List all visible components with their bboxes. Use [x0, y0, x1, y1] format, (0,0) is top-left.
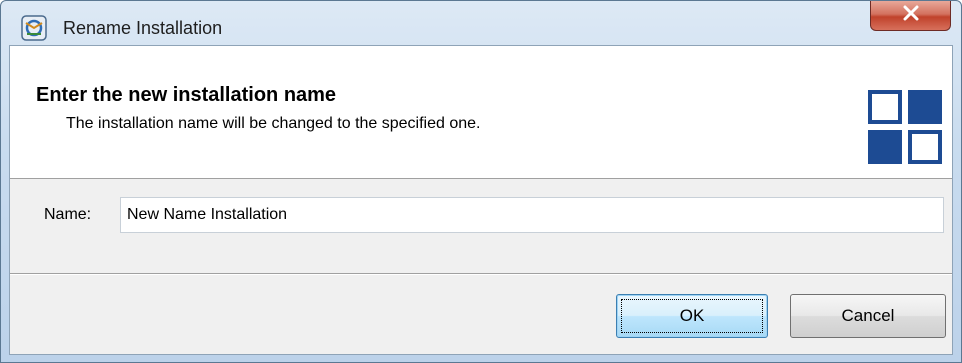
banner-description: The installation name will be changed to…: [66, 115, 481, 132]
header-banner: Enter the new installation name The inst…: [10, 46, 952, 179]
installer-icon: [21, 15, 47, 41]
cancel-button[interactable]: Cancel: [790, 294, 946, 338]
close-button[interactable]: [870, 1, 951, 31]
name-input[interactable]: [120, 197, 944, 233]
focus-rectangle: [621, 299, 763, 333]
ok-button[interactable]: OK: [616, 294, 768, 338]
squares-logo-icon: [868, 90, 944, 166]
button-area-divider: [10, 273, 952, 275]
banner-title: Enter the new installation name: [36, 84, 337, 106]
title-bar[interactable]: Rename Installation: [1, 1, 961, 43]
rename-installation-dialog: Rename Installation Enter the new instal…: [0, 0, 962, 363]
name-label: Name:: [44, 206, 92, 223]
close-icon: [901, 5, 921, 26]
dialog-content: Enter the new installation name The inst…: [9, 45, 953, 355]
window-title: Rename Installation: [63, 18, 223, 38]
cancel-button-label: Cancel: [841, 306, 895, 325]
